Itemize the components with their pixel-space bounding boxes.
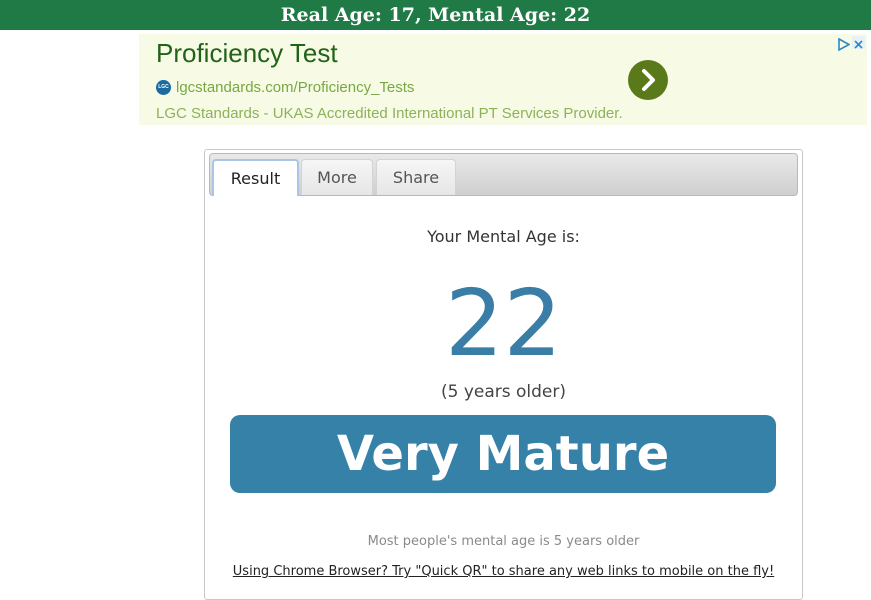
tab-more[interactable]: More <box>301 159 373 195</box>
adchoices-icon[interactable] <box>837 36 851 52</box>
ad-title[interactable]: Proficiency Test <box>156 38 338 69</box>
tab-bar: Result More Share <box>209 153 798 196</box>
ad-banner[interactable]: Proficiency Test LGC lgcstandards.com/Pr… <box>139 34 867 125</box>
tab-result[interactable]: Result <box>212 159 299 196</box>
chevron-right-icon <box>642 69 655 91</box>
result-panel: Result More Share Your Mental Age is: 22… <box>204 149 803 600</box>
tab-share[interactable]: Share <box>376 159 456 195</box>
verdict-badge: Very Mature <box>230 415 776 493</box>
lgc-logo-icon: LGC <box>156 79 171 95</box>
ad-go-button[interactable] <box>628 60 668 100</box>
close-icon[interactable] <box>852 36 865 49</box>
mental-age-intro: Your Mental Age is: <box>427 227 580 246</box>
mental-age-value: 22 <box>444 270 563 377</box>
age-difference: (5 years older) <box>440 382 567 402</box>
population-stat: Most people's mental age is 5 years olde… <box>367 534 640 549</box>
ad-url-row[interactable]: LGC lgcstandards.com/Proficiency_Tests <box>156 78 414 96</box>
ad-description: LGC Standards - UKAS Accredited Internat… <box>156 105 623 122</box>
quick-qr-promo-link[interactable]: Using Chrome Browser? Try "Quick QR" to … <box>205 564 802 579</box>
page-title: Real Age: 17, Mental Age: 22 <box>0 0 871 30</box>
ad-url[interactable]: lgcstandards.com/Proficiency_Tests <box>176 79 414 96</box>
